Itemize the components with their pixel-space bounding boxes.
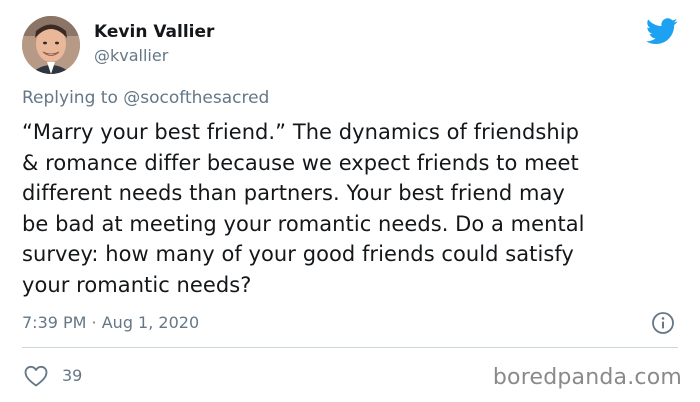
tweet-line: survey: how many of your good friends co… [22,242,574,266]
replying-to: Replying to @socofthesacred [22,88,269,108]
heart-outline-icon[interactable] [24,365,48,387]
avatar-photo [22,16,80,74]
tweet-line: your romantic needs? [22,272,252,297]
like-count: 39 [62,366,83,385]
reply-mention-link[interactable]: @socofthesacred [123,88,269,108]
tweet-line: be bad at meeting your romantic needs. D… [22,211,585,236]
tweet-line: “Marry your best friend.” The dynamics o… [22,120,579,144]
divider [22,347,678,348]
user-handle[interactable]: @kvallier [94,46,168,65]
replying-to-label: Replying to [22,88,118,108]
avatar[interactable] [22,16,80,74]
tweet-line: & romance differ because we expect frien… [22,150,579,175]
info-icon[interactable] [651,311,675,335]
tweet-timestamp[interactable]: 7:39 PM · Aug 1, 2020 [22,313,199,332]
tweet-text: “Marry your best friend.” The dynamics o… [22,117,682,300]
boredpanda-watermark: boredpanda.com [492,365,682,390]
tweet-line: different needs than partners. Your best… [22,181,565,205]
display-name[interactable]: Kevin Vallier [94,22,214,42]
twitter-bird-icon[interactable] [646,18,678,45]
